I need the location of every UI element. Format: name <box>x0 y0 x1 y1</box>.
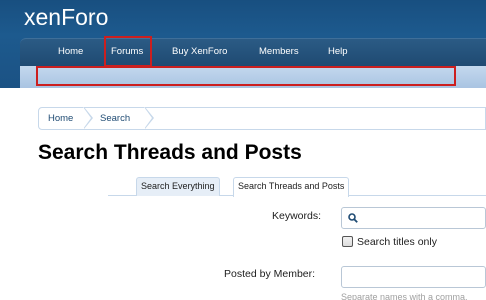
keywords-label: Keywords: <box>272 210 322 222</box>
xenforo-logo[interactable]: xenForo <box>24 4 108 34</box>
subnav-highlight-box <box>36 66 456 86</box>
nav-buy-xenforo[interactable]: Buy XenForo <box>172 46 227 57</box>
posted-by-member-label: Posted by Member: <box>224 268 316 280</box>
nav-members[interactable]: Members <box>259 46 299 57</box>
posted-by-hint: Separate names with a comma. <box>341 292 468 300</box>
search-titles-label[interactable]: Search titles only <box>357 236 437 248</box>
posted-by-member-input[interactable] <box>341 266 486 288</box>
breadcrumb-search[interactable]: Search <box>100 108 130 129</box>
nav-help[interactable]: Help <box>328 46 348 57</box>
search-icon <box>348 213 358 223</box>
tab-search-everything[interactable]: Search Everything <box>136 177 220 196</box>
forums-highlight-box <box>104 36 152 67</box>
breadcrumb-separator-fill <box>83 107 91 129</box>
nav-home[interactable]: Home <box>58 46 83 57</box>
breadcrumb: Home Search <box>38 107 486 130</box>
breadcrumb-home[interactable]: Home <box>48 108 73 129</box>
main-navigation: Home Forums Buy XenForo Members Help <box>20 38 486 66</box>
tab-search-threads-and-posts[interactable]: Search Threads and Posts <box>233 177 350 197</box>
breadcrumb-separator-fill <box>144 107 152 129</box>
page-title: Search Threads and Posts <box>38 141 302 164</box>
search-titles-checkbox[interactable] <box>342 236 353 247</box>
keywords-input[interactable] <box>341 207 486 229</box>
